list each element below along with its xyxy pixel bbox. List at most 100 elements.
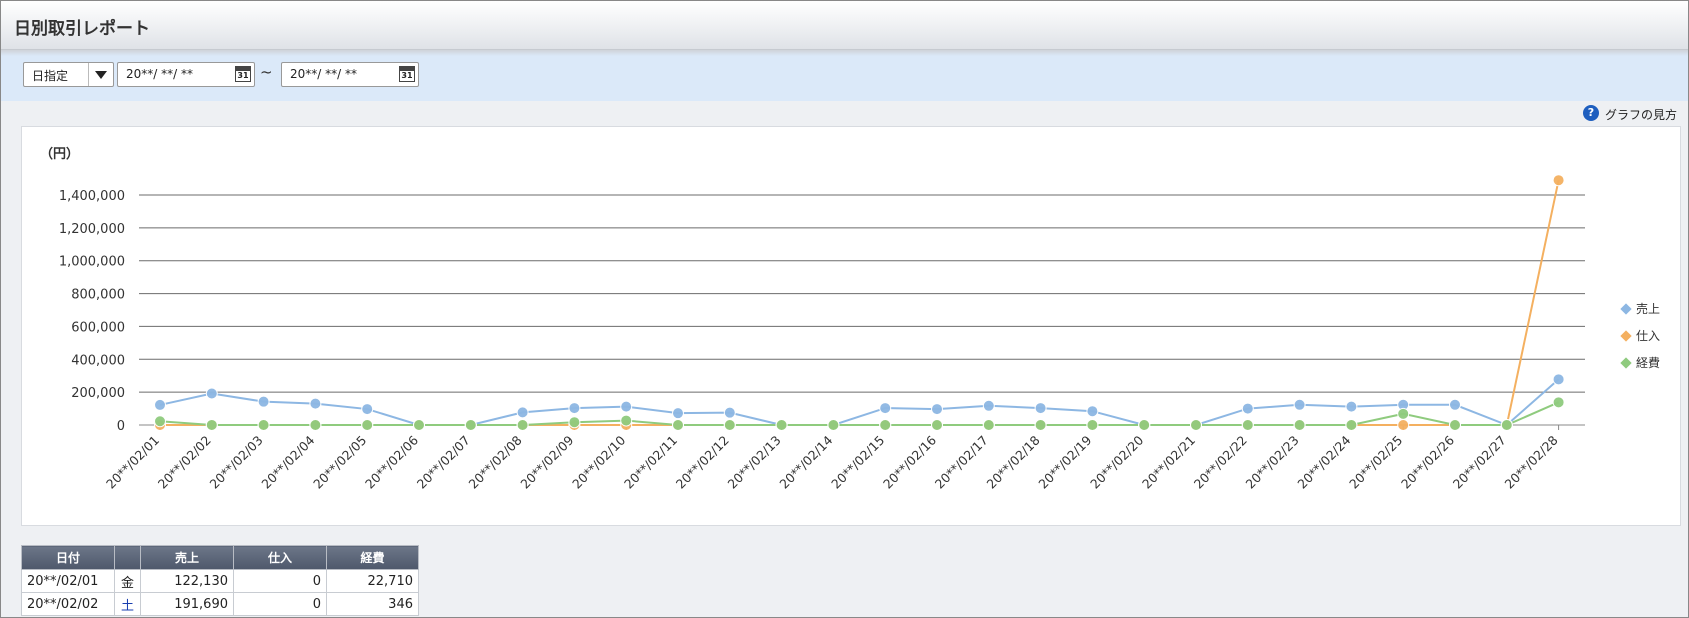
column-header-purchase[interactable]: 仕入: [233, 545, 327, 570]
data-point: [257, 395, 270, 408]
x-tick-label: 20**/02/10: [569, 432, 628, 491]
legend-label: 仕入: [1636, 329, 1661, 343]
cell-sales: 122,130: [140, 569, 234, 593]
x-tick-label: 20**/02/19: [1035, 432, 1094, 491]
data-point: [723, 406, 736, 419]
data-point: [361, 419, 374, 431]
cell-weekday: 土: [114, 592, 141, 616]
data-point: [1241, 419, 1254, 431]
cell-date: 20**/02/01: [21, 569, 115, 593]
data-point: [154, 398, 166, 411]
data-point: [1449, 398, 1461, 411]
data-point: [931, 419, 943, 431]
column-header-date[interactable]: 日付: [21, 545, 115, 570]
cell-date: 20**/02/02: [21, 592, 115, 616]
data-point: [620, 400, 633, 413]
data-point: [1034, 419, 1047, 431]
x-tick-label: 20**/02/20: [1087, 432, 1146, 491]
legend-label: 経費: [1636, 356, 1661, 370]
data-point: [568, 416, 581, 429]
daily-report-table: 日付 売上 仕入 経費 20**/02/01 金 122,130 0 22,71…: [21, 545, 419, 616]
data-point: [1552, 396, 1565, 409]
cell-sales: 191,690: [140, 592, 234, 616]
data-point: [1293, 419, 1306, 431]
y-tick-label: 400,000: [71, 353, 125, 368]
data-point: [1034, 402, 1047, 415]
table-header-row: 日付 売上 仕入 経費: [21, 545, 419, 570]
x-tick-label: 20**/02/27: [1450, 433, 1509, 492]
data-point: [931, 403, 943, 416]
x-tick-label: 20**/02/09: [517, 432, 576, 491]
x-tick-label: 20**/02/12: [673, 433, 732, 492]
data-point: [1449, 419, 1461, 431]
cell-expense: 346: [326, 592, 419, 616]
cell-weekday: 金: [114, 569, 141, 593]
line-chart: 0 200,000 400,000 600,000 800,000 1,000,000 1,…: [59, 174, 1585, 492]
data-point: [1138, 419, 1151, 431]
x-tick-label: 20**/02/03: [207, 433, 266, 492]
cell-purchase: 0: [233, 569, 327, 593]
x-tick-label: 20**/02/18: [984, 432, 1043, 491]
data-point: [1086, 405, 1099, 418]
x-tick-label: 20**/02/23: [1243, 433, 1302, 492]
column-header-expense[interactable]: 経費: [326, 545, 419, 570]
table-row: 20**/02/02 土 191,690 0 346: [21, 592, 419, 616]
data-point: [827, 419, 840, 431]
data-point: [1293, 398, 1306, 411]
series-line: [160, 180, 1560, 426]
x-tick-label: 20**/02/04: [258, 432, 317, 491]
data-point: [1500, 419, 1513, 431]
x-tick-label: 20**/02/02: [155, 433, 214, 492]
cell-purchase: 0: [233, 592, 327, 616]
data-point: [361, 403, 374, 416]
x-tick-label: 20**/02/15: [828, 433, 887, 492]
data-point: [672, 407, 684, 420]
data-point: [672, 419, 684, 431]
data-point: [257, 419, 270, 431]
x-tick-label: 20**/02/28: [1502, 432, 1561, 491]
x-tick-label: 20**/02/08: [466, 432, 525, 491]
data-point: [620, 414, 633, 427]
x-tick-label: 20**/02/11: [621, 433, 680, 492]
x-tick-label: 20**/02/25: [1346, 433, 1405, 492]
x-tick-label: 20**/02/26: [1398, 432, 1457, 491]
data-point: [1345, 419, 1358, 431]
column-header-sales[interactable]: 売上: [140, 545, 234, 570]
y-tick-label: 200,000: [71, 386, 125, 401]
data-point: [879, 402, 892, 415]
data-point: [154, 415, 166, 428]
x-tick-label: 20**/02/01: [103, 433, 162, 492]
data-point: [1345, 400, 1358, 413]
x-tick-label: 20**/02/17: [932, 433, 991, 492]
x-tick-label: 20**/02/14: [776, 432, 835, 491]
x-tick-label: 20**/02/21: [1139, 433, 1198, 492]
legend-label: 売上: [1636, 302, 1661, 316]
x-tick-label: 20**/02/07: [414, 433, 473, 492]
x-tick-label: 20**/02/05: [310, 433, 369, 492]
data-point: [723, 419, 736, 431]
data-point: [413, 419, 425, 431]
table-row: 20**/02/01 金 122,130 0 22,710: [21, 569, 419, 593]
data-point: [568, 402, 581, 415]
data-point: [205, 418, 218, 431]
data-point: [982, 399, 995, 412]
x-tick-label: 20**/02/06: [362, 432, 421, 491]
y-tick-label: 1,400,000: [59, 189, 125, 204]
column-header-weekday: [114, 545, 141, 570]
data-point: [464, 419, 477, 431]
data-point: [1086, 419, 1099, 431]
data-point: [205, 387, 218, 400]
data-point: [1552, 174, 1565, 187]
y-tick-label: 1,000,000: [59, 255, 125, 270]
x-tick-label: 20**/02/22: [1191, 433, 1250, 492]
data-point: [309, 397, 322, 410]
data-point: [775, 419, 788, 431]
x-tick-label: 20**/02/13: [725, 433, 784, 492]
cell-expense: 22,710: [326, 569, 419, 593]
data-point: [516, 419, 529, 431]
y-tick-label: 800,000: [71, 288, 125, 303]
data-point: [1190, 419, 1202, 431]
x-tick-label: 20**/02/16: [880, 432, 939, 491]
y-tick-label: 0: [117, 419, 125, 434]
data-point: [1552, 373, 1565, 386]
